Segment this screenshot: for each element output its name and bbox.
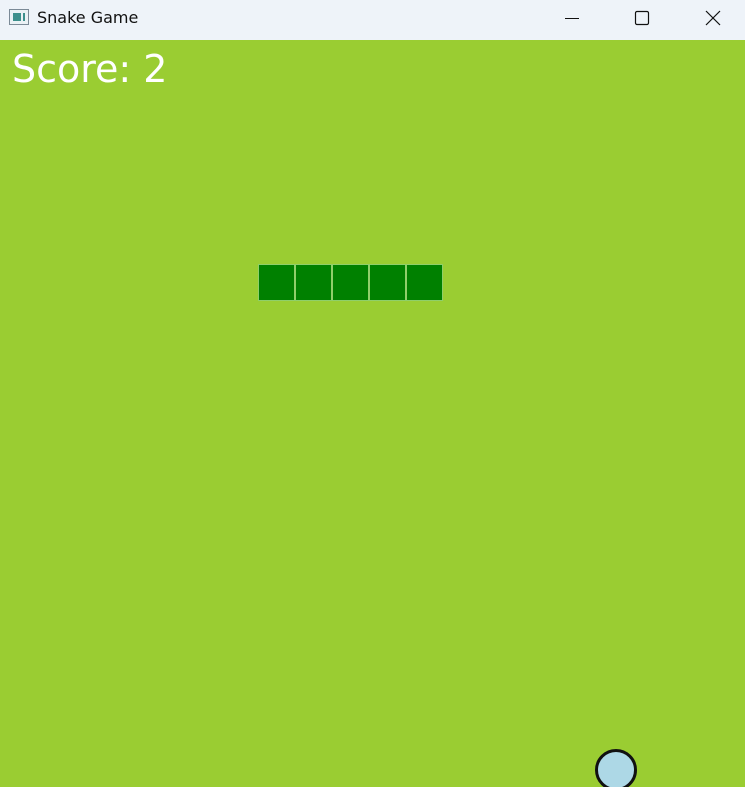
app-window: Snake Game Score: 2 [0,0,745,787]
window-title: Snake Game [37,8,139,27]
snake-segment [369,264,406,301]
title-bar[interactable]: Snake Game [0,0,745,40]
snake-segment [258,264,295,301]
close-icon [705,10,721,26]
minimize-icon [565,18,579,19]
close-button[interactable] [677,0,745,36]
snake-head [406,264,443,301]
snake [258,264,443,301]
snake-segment [332,264,369,301]
snake-segment [295,264,332,301]
game-board[interactable]: Score: 2 [0,40,745,787]
score-label: Score: 2 [12,47,168,91]
minimize-button[interactable] [537,0,607,36]
maximize-icon [634,10,650,26]
food-item [595,749,637,787]
maximize-button[interactable] [607,0,677,36]
window-app-icon [9,9,29,25]
